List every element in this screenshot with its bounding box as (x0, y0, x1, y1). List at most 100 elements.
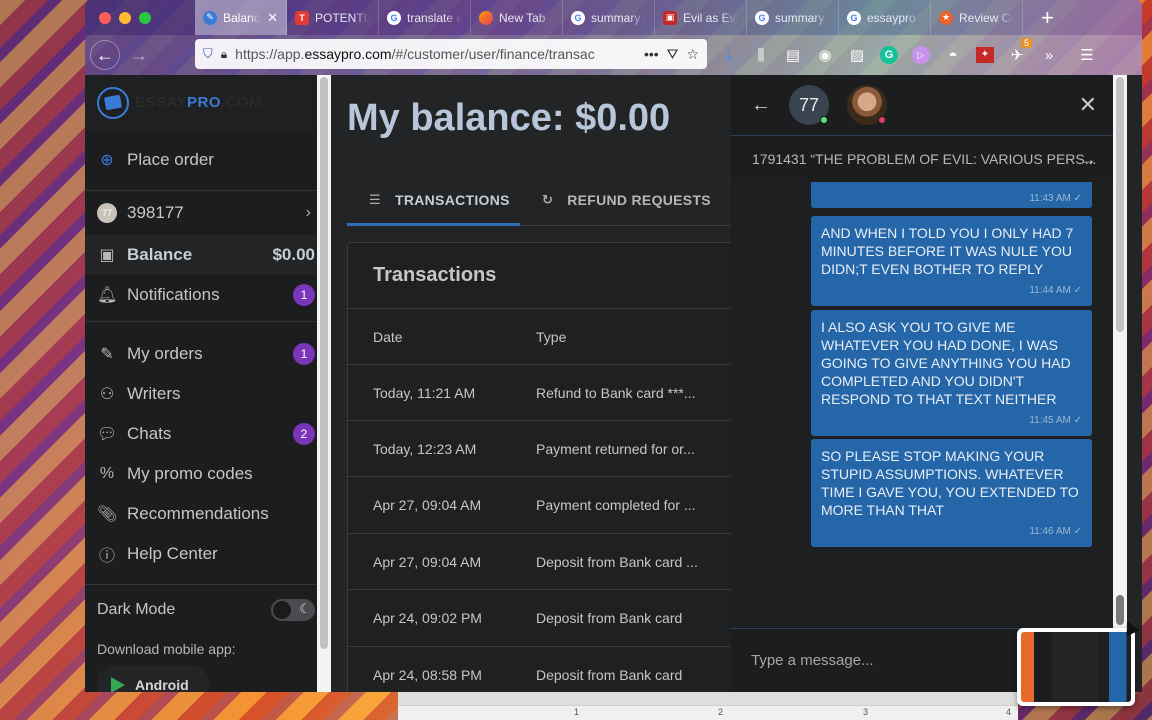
bookmark-star-icon[interactable]: ☆ (686, 46, 699, 63)
column-header-type[interactable]: Type (536, 329, 731, 345)
back-button[interactable]: ← (90, 40, 120, 70)
order-title: 1791431 “THE PROBLEM OF EVIL: VARIOUS PE… (752, 151, 1097, 167)
spy-extension-icon[interactable]: ◓ (944, 47, 962, 64)
browser-tab[interactable]: ▣ Evil as Evi (655, 0, 747, 35)
browser-tab[interactable]: G summary o (563, 0, 655, 35)
review-icon: ★ (939, 10, 953, 25)
dark-mode-toggle[interactable]: ☾ (271, 599, 315, 621)
chat-scrollbar[interactable] (1113, 75, 1127, 692)
table-row[interactable]: Apr 27, 09:04 AM Deposit from Bank card … (348, 534, 731, 590)
sidebar-item-promo-codes[interactable]: % My promo codes (85, 454, 317, 494)
tab-transactions[interactable]: ☰ TRANSACTIONS (347, 175, 520, 226)
tab-refund-requests[interactable]: ↻ REFUND REQUESTS (520, 175, 727, 225)
paperclip-icon: 📎︎ (97, 506, 118, 523)
message-text: AND WHEN I TOLD YOU I ONLY HAD 7 MINUTES… (821, 225, 1074, 277)
sidebar-icon[interactable]: ▤ (784, 46, 802, 64)
sidebar-item-notifications[interactable]: 🔔︎ Notifications 1 (85, 275, 317, 315)
tracking-shield-icon[interactable]: ⛉ (203, 46, 213, 62)
scrollbar-thumb[interactable] (1116, 77, 1124, 332)
toolbar-icons: ⤓ ⫼ ▤ ◉ ▨ G ▷ ◓ ✦ ✈ 5 » ☰ (720, 35, 1096, 75)
table-row[interactable]: Apr 27, 09:04 AM Payment completed for .… (348, 477, 731, 534)
pocket-icon[interactable]: ⛛ (667, 46, 679, 63)
place-order-label: Place order (127, 150, 214, 169)
table-row[interactable]: Today, 12:23 AM Payment returned for or.… (348, 421, 731, 477)
transaction-type: Payment returned for or... (536, 440, 695, 457)
toggle-knob (273, 601, 291, 619)
edit-icon: ✎ (100, 346, 114, 363)
browser-tab[interactable]: T POTENTIAL (287, 0, 379, 35)
browser-tab[interactable]: New Tab (471, 0, 563, 35)
scrollbar-thumb[interactable] (320, 77, 328, 649)
chats-count-badge: 2 (293, 423, 315, 445)
notifications-label: Notifications (127, 285, 220, 304)
wand-extension-icon[interactable]: ✦ (976, 47, 994, 63)
table-row[interactable]: Apr 24, 09:02 PM Deposit from Bank card (348, 590, 731, 647)
lock-icon[interactable]: 🔒︎ (221, 47, 227, 62)
sidebar-item-help-center[interactable]: ⓘ Help Center (85, 534, 317, 574)
transaction-date: Apr 24, 08:58 PM (373, 666, 482, 683)
address-bar[interactable]: ⛉ 🔒︎ https://app.essaypro.com/#/customer… (195, 39, 707, 69)
message-input[interactable] (751, 652, 1011, 669)
transaction-type: Refund to Bank card ***... (536, 384, 696, 401)
bell-icon: 🔔︎ (97, 287, 118, 304)
logo-text: ESSAYPRO.COM (135, 94, 262, 111)
logo-icon (97, 86, 129, 119)
sidebar-scrollbar[interactable] (317, 75, 331, 692)
customer-avatar[interactable]: 77 (789, 85, 829, 125)
close-window-button[interactable] (99, 11, 111, 24)
minimize-window-button[interactable] (119, 11, 131, 24)
order-link[interactable]: 1791431 “THE PROBLEM OF EVIL: VARIOUS PE… (731, 135, 1127, 182)
moon-icon: ☾ (299, 601, 311, 616)
writer-avatar[interactable] (847, 85, 887, 125)
close-icon[interactable]: ✕ (1079, 92, 1097, 118)
tab-title: Balance (223, 10, 261, 25)
sidebar-item-writers[interactable]: ⚇ Writers (85, 374, 317, 414)
sidebar-item-recommendations[interactable]: 📎︎ Recommendations (85, 494, 317, 534)
browser-tab[interactable]: G summary (747, 0, 839, 35)
refresh-icon: ↻ (542, 192, 554, 207)
messages-scrollbar-thumb[interactable] (1116, 595, 1124, 625)
tab-title: Review Co (959, 10, 1014, 25)
transaction-type: Deposit from Bank card (536, 666, 683, 683)
sidebar-item-my-orders[interactable]: ✎ My orders 1 (85, 334, 317, 374)
plus-circle-icon: ⊕ (100, 152, 114, 169)
url-domain: essaypro.com (304, 46, 392, 62)
maximize-window-button[interactable] (139, 11, 151, 24)
grammarly-icon[interactable]: G (880, 46, 898, 64)
new-tab-button[interactable]: + (1027, 5, 1068, 31)
download-icon[interactable]: ⤓ (720, 47, 738, 64)
back-arrow-icon[interactable]: ← (751, 94, 771, 117)
browser-tab[interactable]: G translate e (379, 0, 471, 35)
android-download-button[interactable]: Android (97, 665, 209, 692)
window-controls (85, 11, 195, 24)
logo[interactable]: ESSAYPRO.COM (85, 75, 317, 130)
screenshot-preview-thumbnail[interactable] (1017, 628, 1135, 706)
orders-count-badge: 1 (293, 343, 315, 365)
sidebar-item-balance[interactable]: ▣ Balance $0.00 (85, 235, 317, 275)
table-row[interactable]: Today, 11:21 AM Refund to Bank card ***.… (348, 365, 731, 421)
browser-tab-balance[interactable]: ✎ Balance ✕ (195, 0, 287, 35)
forward-button[interactable]: → (124, 40, 154, 70)
hamburger-menu-icon[interactable]: ☰ (1078, 46, 1096, 64)
overflow-chevron-icon[interactable]: » (1040, 47, 1058, 64)
message-bubble: I ALSO ASK YOU TO GIVE ME WHATEVER YOU H… (811, 310, 1092, 436)
table-row[interactable]: Apr 24, 08:58 PM Deposit from Bank card (348, 647, 731, 692)
url-text[interactable]: https://app.essaypro.com/#/customer/user… (235, 46, 636, 62)
player-extension-icon[interactable]: ▷ (912, 46, 930, 64)
column-header-date[interactable]: Date (348, 329, 536, 345)
screenshot-icon[interactable]: ▨ (848, 46, 866, 64)
thumbnail-image (1021, 632, 1131, 702)
sidebar-item-chats[interactable]: 💬︎ Chats 2 (85, 414, 317, 454)
account-icon[interactable]: ◉ (816, 46, 834, 64)
extension-with-badge-icon[interactable]: ✈ 5 (1008, 38, 1032, 64)
page-actions-button[interactable]: ••• (644, 46, 659, 62)
browser-tab[interactable]: G essaypro (839, 0, 931, 35)
user-profile-item[interactable]: 77 398177 › (85, 191, 317, 235)
browser-tab[interactable]: ★ Review Co (931, 0, 1023, 35)
navigation-bar: ← → ⛉ 🔒︎ https://app.essaypro.com/#/cust… (85, 35, 1142, 75)
close-tab-icon[interactable]: ✕ (267, 10, 278, 26)
ruler-mark: 3 (863, 707, 869, 717)
library-icon[interactable]: ⫼ (752, 47, 770, 64)
sidebar-item-label: Help Center (127, 544, 218, 563)
place-order-button[interactable]: ⊕ Place order (85, 130, 317, 190)
